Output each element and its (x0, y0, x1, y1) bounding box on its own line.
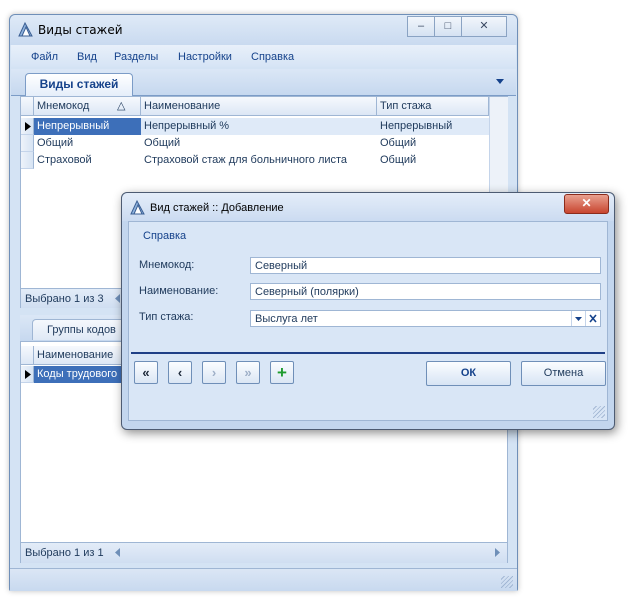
app-icon (130, 199, 145, 215)
minimize-button[interactable]: – (407, 16, 435, 37)
table-cell[interactable]: Страховой (34, 152, 141, 169)
ok-button[interactable]: ОК (426, 361, 511, 386)
chevron-down-icon[interactable] (496, 79, 504, 84)
dialog-title: Вид стажей :: Добавление (150, 202, 284, 214)
title-bar[interactable]: Виды стажей – □ ✕ (10, 15, 517, 45)
maximize-button[interactable]: □ (434, 16, 462, 37)
cancel-button[interactable]: Отмена (521, 361, 606, 386)
window-title: Виды стажей (38, 23, 123, 37)
resize-grip-icon[interactable] (501, 576, 513, 588)
clear-icon[interactable] (585, 311, 600, 326)
sort-ascending-icon: △ (117, 100, 126, 112)
type-select[interactable]: Выслуга лет (250, 310, 601, 327)
separator (131, 352, 605, 354)
scroll-left-icon[interactable] (114, 548, 122, 557)
name-label: Наименование: (139, 285, 219, 297)
resize-grip-icon[interactable] (593, 406, 605, 418)
row-indicator-header (21, 346, 34, 365)
prev-record-button[interactable]: ‹ (168, 361, 192, 384)
scroll-right-icon[interactable] (493, 548, 501, 557)
last-record-button[interactable]: » (236, 361, 260, 384)
current-row-icon (25, 370, 31, 379)
table-cell[interactable]: Общий (377, 152, 489, 169)
mnemo-label: Мнемокод: (139, 259, 195, 271)
row-indicator-header (21, 97, 34, 116)
column-header-label: Мнемокод (37, 100, 90, 112)
type-select-value: Выслуга лет (255, 313, 318, 325)
chevron-down-icon[interactable] (571, 311, 585, 326)
selection-count: Выбрано 1 из 1 (25, 547, 104, 559)
current-row-icon (25, 122, 31, 131)
menu-view[interactable]: Вид (77, 51, 97, 63)
window-status-bar (10, 568, 517, 591)
table-cell[interactable]: Общий (141, 135, 377, 152)
column-header-name[interactable]: Наименование (141, 97, 377, 116)
column-header-type[interactable]: Тип стажа (377, 97, 489, 116)
row-selector[interactable] (21, 135, 34, 152)
menu-bar: Файл Вид Разделы Настройки Справка (11, 45, 516, 67)
tab-work-types[interactable]: Виды стажей (25, 73, 133, 96)
row-selector[interactable] (21, 152, 34, 169)
tab-strip: Виды стажей (11, 69, 516, 96)
row-selector[interactable] (21, 118, 34, 135)
add-record-button[interactable]: + (270, 361, 294, 384)
window-close-button[interactable]: ✕ (461, 16, 507, 37)
menu-help[interactable]: Справка (251, 51, 294, 63)
row-selector[interactable] (21, 366, 34, 383)
menu-settings[interactable]: Настройки (178, 51, 232, 63)
table-cell[interactable]: Страховой стаж для больничного листа (141, 152, 377, 169)
table-cell[interactable]: Непрерывный (34, 118, 141, 135)
name-input[interactable]: Северный (полярки) (250, 283, 601, 300)
first-record-button[interactable]: « (134, 361, 158, 384)
menu-sections[interactable]: Разделы (114, 51, 158, 63)
table-cell[interactable]: Непрерывный % (141, 118, 377, 135)
menu-file[interactable]: Файл (31, 51, 58, 63)
app-icon (18, 21, 33, 37)
next-record-button[interactable]: › (202, 361, 226, 384)
help-link[interactable]: Справка (143, 230, 186, 242)
selection-count: Выбрано 1 из 3 (25, 293, 104, 305)
dialog-close-button[interactable]: ✕ (564, 194, 609, 214)
type-label: Тип стажа: (139, 311, 194, 323)
add-dialog: Вид стажей :: Добавление ✕ Справка Мнемо… (121, 192, 615, 430)
column-header-mnemo[interactable]: Мнемокод △ (34, 97, 141, 116)
dialog-body: Справка Мнемокод: Северный Наименование:… (128, 221, 608, 421)
table-cell[interactable]: Общий (34, 135, 141, 152)
status-bar: Выбрано 1 из 1 (21, 542, 507, 563)
table-cell[interactable]: Непрерывный (377, 118, 489, 135)
mnemo-input[interactable]: Северный (250, 257, 601, 274)
dialog-title-bar[interactable]: Вид стажей :: Добавление ✕ (122, 193, 614, 221)
table-cell[interactable]: Общий (377, 135, 489, 152)
